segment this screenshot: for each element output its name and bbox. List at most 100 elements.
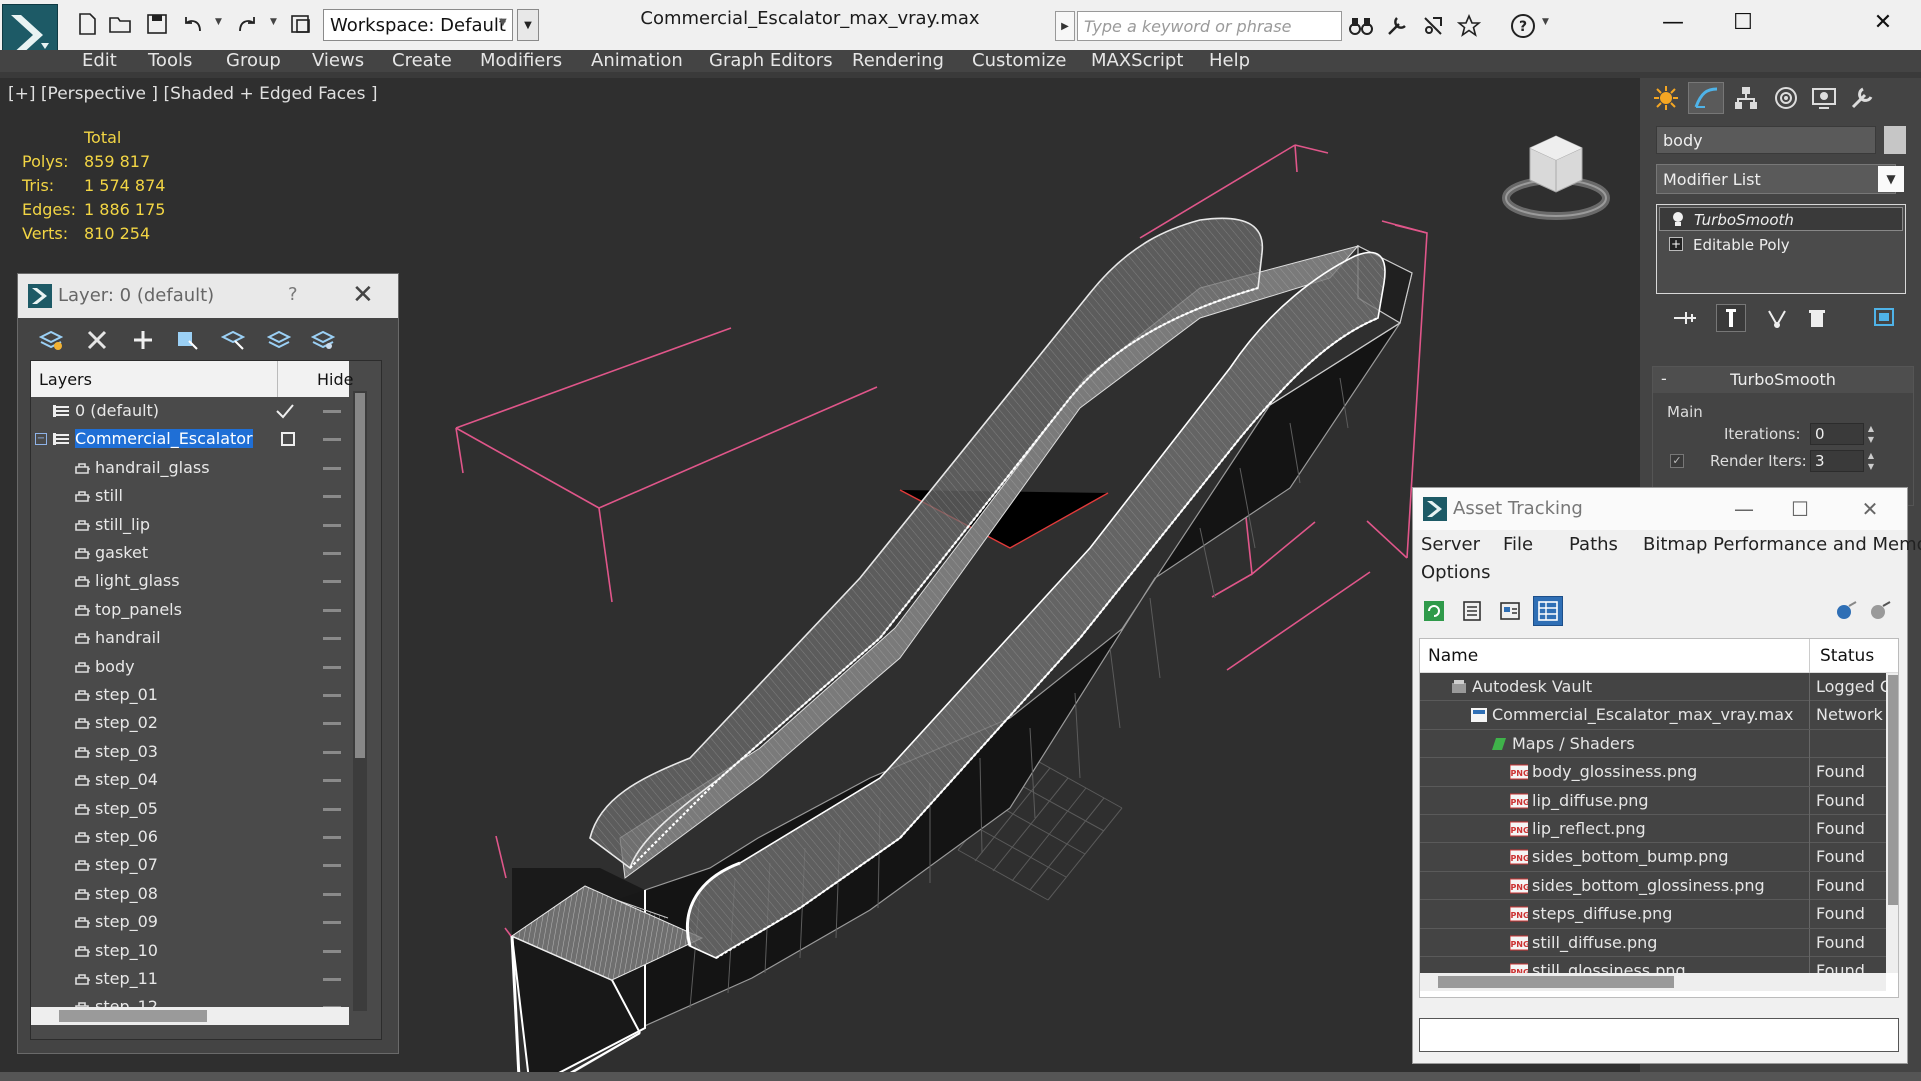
hide-toggle[interactable] [323, 779, 341, 783]
hide-toggle[interactable] [323, 580, 341, 584]
hide-toggle[interactable] [323, 949, 341, 953]
select-objects-icon[interactable] [172, 326, 202, 354]
help-dropdown-icon[interactable]: ▼ [1542, 17, 1549, 27]
hide-toggle[interactable] [323, 438, 341, 442]
remove-modifier-icon[interactable] [1802, 304, 1832, 332]
layer-object-row[interactable]: gasket [31, 539, 349, 567]
layer-object-row[interactable]: step_11 [31, 965, 349, 993]
lightbulb-icon[interactable] [1670, 211, 1686, 227]
create-tab-icon[interactable] [1648, 82, 1684, 114]
vault-settings-icon[interactable] [1865, 596, 1895, 626]
asset-row[interactable]: PNG still_diffuse.png Found [1420, 928, 1886, 957]
hide-toggle[interactable] [323, 836, 341, 839]
asset-row[interactable]: Commercial_Escalator_max_vray.max Network… [1420, 701, 1886, 730]
asset-table[interactable]: Name Status Autodesk Vault Logged Out Comm… [1419, 638, 1899, 998]
hide-all-layers-icon[interactable] [264, 326, 294, 354]
object-name-input[interactable] [1656, 126, 1876, 154]
utilities-tab-icon[interactable] [1844, 82, 1880, 114]
search-expand-button[interactable]: ▶ [1055, 11, 1075, 41]
asset-row[interactable]: Autodesk Vault Logged Out [1420, 673, 1886, 702]
layer-object-row[interactable]: step_08 [31, 880, 349, 908]
hide-toggle[interactable] [323, 552, 341, 555]
layer-object-row[interactable]: still_lip [31, 511, 349, 539]
star-icon[interactable] [1454, 11, 1484, 41]
undo-icon[interactable] [178, 9, 208, 39]
menu-graph-editors[interactable]: Graph Editors [709, 50, 833, 72]
make-unique-icon[interactable] [1762, 304, 1792, 332]
signin-icon[interactable] [1418, 11, 1448, 41]
asset-menu-paths[interactable]: Paths [1569, 534, 1618, 555]
asset-row[interactable]: PNG steps_diffuse.png Found [1420, 900, 1886, 929]
stack-item-editable-poly[interactable]: + Editable Poly [1659, 233, 1903, 257]
maximize-button[interactable]: ☐ [1713, 4, 1773, 40]
modifier-stack[interactable]: TurboSmooth + Editable Poly [1656, 204, 1906, 294]
viewport-label[interactable]: [+] [Perspective ] [Shaded + Edged Faces… [8, 84, 377, 104]
project-folder-icon[interactable] [286, 9, 316, 39]
rollout-collapse-toggle[interactable]: - [1661, 369, 1667, 388]
table-view-icon[interactable] [1533, 596, 1563, 626]
freeze-all-layers-icon[interactable] [308, 326, 338, 354]
asset-path-field[interactable] [1419, 1018, 1899, 1052]
vault-login-icon[interactable] [1831, 596, 1861, 626]
minimize-button[interactable]: — [1719, 492, 1769, 526]
asset-row[interactable]: PNG still_glossiness.png Found [1420, 957, 1886, 973]
hide-toggle[interactable] [323, 523, 341, 527]
menu-maxscript[interactable]: MAXScript [1091, 50, 1183, 72]
layer-row[interactable]: − Commercial_Escalator [31, 425, 349, 453]
render-iters-checkbox[interactable]: ✓ [1670, 454, 1684, 468]
asset-horizontal-scrollbar[interactable] [1420, 973, 1886, 991]
close-window-button[interactable]: ✕ [1853, 4, 1913, 40]
help-icon[interactable]: ? [1508, 11, 1538, 41]
undo-dropdown-icon[interactable]: ▼ [215, 17, 222, 27]
menu-views[interactable]: Views [312, 50, 364, 72]
search-input[interactable] [1077, 11, 1342, 41]
delete-layer-icon[interactable] [82, 326, 112, 354]
workspace-select[interactable]: Workspace: Default [323, 9, 513, 41]
layer-object-row[interactable]: step_04 [31, 766, 349, 794]
layer-object-row[interactable]: top_panels [31, 596, 349, 624]
menu-edit[interactable]: Edit [82, 50, 117, 72]
asset-row[interactable]: Maps / Shaders [1420, 729, 1886, 759]
save-icon[interactable] [142, 9, 172, 39]
layer-object-row[interactable]: step_07 [31, 851, 349, 879]
rollout-title[interactable]: TurboSmooth [1653, 367, 1913, 393]
hide-toggle[interactable] [323, 495, 341, 499]
hide-toggle[interactable] [323, 864, 341, 868]
binoculars-icon[interactable] [1346, 11, 1376, 41]
hide-toggle[interactable] [323, 807, 341, 811]
hide-toggle[interactable] [323, 892, 341, 896]
current-layer-check-icon[interactable] [275, 403, 295, 419]
layer-object-row[interactable]: body [31, 653, 349, 681]
layer-list[interactable]: Layers Hide 0 (default) − Commercial_Escal… [30, 360, 382, 1040]
new-file-icon[interactable] [72, 9, 102, 39]
open-folder-icon[interactable] [106, 9, 136, 39]
layer-object-row[interactable]: handrail_glass [31, 454, 349, 482]
scrollbar-thumb[interactable] [1888, 675, 1898, 905]
maximize-button[interactable]: ☐ [1775, 492, 1825, 526]
layer-object-row[interactable]: step_09 [31, 908, 349, 936]
add-to-layer-icon[interactable] [128, 326, 158, 354]
asset-vertical-scrollbar[interactable] [1886, 673, 1898, 973]
layer-object-row[interactable]: step_10 [31, 937, 349, 965]
hide-toggle[interactable] [323, 978, 341, 981]
layer-object-row[interactable]: light_glass [31, 567, 349, 595]
expand-plus-icon[interactable]: + [1669, 237, 1683, 251]
render-iters-spinner[interactable]: ▲ ▼ [1866, 450, 1876, 472]
layer-object-row[interactable]: still [31, 482, 349, 510]
scrollbar-thumb[interactable] [355, 393, 365, 758]
object-color-swatch[interactable] [1884, 126, 1906, 154]
set-current-layer-icon[interactable] [281, 432, 295, 447]
viewcube-icon[interactable] [1500, 118, 1620, 228]
asset-row[interactable]: PNG sides_bottom_glossiness.png Found [1420, 871, 1886, 901]
layer-object-row[interactable]: step_12 [31, 993, 349, 1007]
asset-row[interactable]: PNG body_glossiness.png Found [1420, 758, 1886, 787]
asset-row[interactable]: PNG sides_bottom_bump.png Found [1420, 843, 1886, 872]
asset-row[interactable]: PNG lip_diffuse.png Found [1420, 786, 1886, 815]
hide-toggle[interactable] [323, 637, 341, 641]
menu-create[interactable]: Create [392, 50, 452, 72]
column-status[interactable]: Status [1820, 646, 1874, 666]
hide-toggle[interactable] [323, 750, 341, 754]
wrench-icon[interactable] [1382, 11, 1412, 41]
hide-toggle[interactable] [323, 921, 341, 925]
layer-row[interactable]: 0 (default) [31, 397, 349, 425]
